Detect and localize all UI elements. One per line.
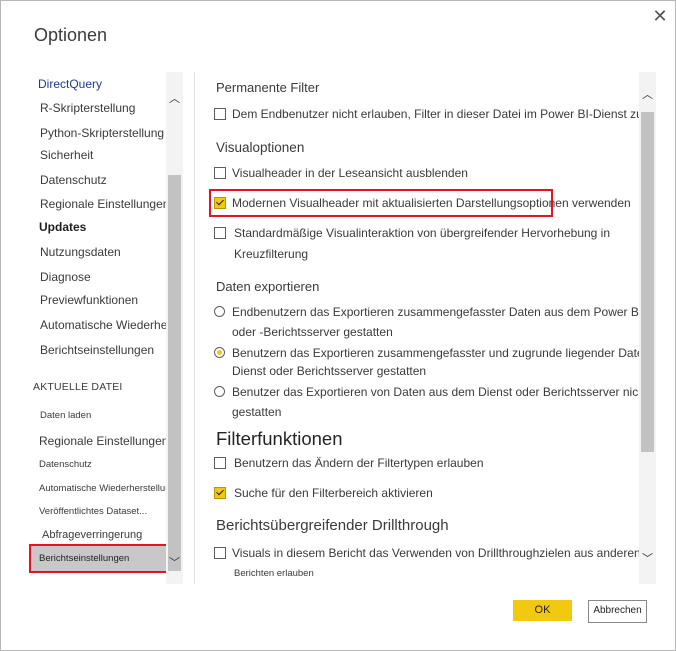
option-label: Dem Endbenutzer nicht erlauben, Filter i… [232,107,639,121]
option-label: Suche für den Filterbereich aktivieren [234,486,433,500]
checkbox-checked[interactable] [214,487,226,499]
checkbox-checked[interactable] [214,197,226,209]
nav-item-published-dataset[interactable]: Veröffentlichtes Dataset... [39,506,147,517]
nav-item-updates[interactable]: Updates [39,220,86,234]
options-dialog: Optionen ✕ DirectQuery R-Skripterstellun… [0,0,676,651]
checkbox[interactable] [214,227,226,239]
checkbox[interactable] [214,108,226,120]
content-scrollbar[interactable]: ︿ ﹀ [639,72,656,584]
radio-checked[interactable] [214,347,225,358]
heading-visual-options: Visualoptionen [216,140,305,155]
chevron-down-icon[interactable]: ﹀ [166,554,183,572]
nav-item-file-auto-recovery[interactable]: Automatische Wiederherstellung [39,483,176,494]
content-scrollbar-thumb[interactable] [641,112,654,452]
pane-divider [194,72,195,584]
radio[interactable] [214,306,225,317]
nav-scrollbar-thumb[interactable] [168,175,181,571]
nav-item-r-scripting[interactable]: R-Skripterstellung [40,101,135,115]
option-label-line2: Kreuzfilterung [234,247,309,261]
nav-item-file-privacy[interactable]: Datenschutz [39,459,92,470]
heading-permanent-filter: Permanente Filter [216,80,320,95]
nav-item-query-reduction[interactable]: Abfrageverringerung [42,529,142,541]
nav-item-python-scripting[interactable]: Python-Skripterstellung [40,126,164,140]
heading-filter-functions: Filterfunktionen [216,428,343,449]
nav-item-auto-recovery[interactable]: Automatische Wiederherstellung [40,318,183,332]
nav-item-privacy[interactable]: Datenschutz [40,173,107,187]
nav-item-security[interactable]: Sicherheit [40,148,93,162]
options-nav: DirectQuery R-Skripterstellung Python-Sk… [27,72,183,584]
nav-item-file-regional[interactable]: Regionale Einstellungen [39,434,168,448]
nav-item-preview-features[interactable]: Previewfunktionen [40,293,138,307]
nav-item-regional[interactable]: Regionale Einstellungen [40,197,169,211]
chevron-up-icon[interactable]: ︿ [166,90,183,108]
checkbox[interactable] [214,167,226,179]
nav-item-selected-report-settings[interactable]: Berichtseinstellungen [29,544,169,573]
ok-button[interactable]: OK [513,600,572,621]
option-label-line1: Benutzern das Exportieren zusammengefass… [232,346,639,360]
heading-cross-report-drillthrough: Berichtsübergreifender Drillthrough [216,517,449,534]
option-label-line1: Visuals in diesem Bericht das Verwenden … [232,546,639,560]
option-label-line2: Berichten erlauben [234,568,314,579]
nav-item-directquery[interactable]: DirectQuery [38,77,102,91]
nav-item-selected-label: Berichtseinstellungen [39,553,130,564]
chevron-up-icon[interactable]: ︿ [639,86,656,104]
nav-item-diagnostics[interactable]: Diagnose [40,270,91,284]
nav-section-current-file: AKTUELLE DATEI [33,381,123,393]
settings-pane: Permanente Filter Dem Endbenutzer nicht … [204,72,639,584]
nav-item-usage-data[interactable]: Nutzungsdaten [40,245,121,259]
option-label: Benutzern das Ändern der Filtertypen erl… [234,456,484,470]
chevron-down-icon[interactable]: ﹀ [639,550,656,568]
nav-scrollbar[interactable]: ︿ ﹀ [166,72,183,584]
close-icon[interactable]: ✕ [649,5,671,27]
option-label-line1: Standardmäßige Visualinteraktion von übe… [234,226,611,240]
option-label-line1: Benutzer das Exportieren von Daten aus d… [232,385,639,399]
checkbox[interactable] [214,457,226,469]
checkbox[interactable] [214,547,226,559]
nav-item-data-load[interactable]: Daten laden [40,410,91,421]
option-label-line1: Endbenutzern das Exportieren zusammengef… [232,305,639,319]
option-label: Visualheader in der Leseansicht ausblend… [232,166,468,180]
option-label: Modernen Visualheader mit aktualisierten… [232,196,631,210]
option-label-line2: gestatten [232,405,282,419]
dialog-title: Optionen [34,25,108,45]
nav-item-report-settings[interactable]: Berichtseinstellungen [40,343,154,357]
option-label-line2: Dienst oder Berichtsserver gestatten [232,364,427,378]
option-label-line2: oder -Berichtsserver gestatten [232,325,393,339]
heading-export-data: Daten exportieren [216,279,320,294]
radio[interactable] [214,386,225,397]
cancel-button[interactable]: Abbrechen [588,600,647,623]
